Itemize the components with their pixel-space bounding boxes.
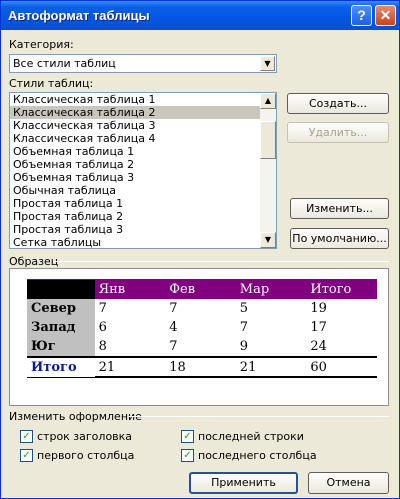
sample-cell: 7 (169, 301, 178, 316)
checkmark-icon: ✓ (20, 430, 33, 443)
modify-button[interactable]: Изменить... (290, 198, 389, 219)
last-column-label: последнего столбца (198, 449, 317, 462)
scroll-up-icon[interactable]: ▲ (260, 93, 276, 109)
delete-button[interactable]: Удалить... (287, 122, 389, 143)
sample-cell: 60 (310, 359, 327, 375)
list-item[interactable]: Объемная таблица 1 (10, 145, 260, 158)
scroll-thumb[interactable] (260, 121, 276, 159)
sample-divider (53, 261, 389, 262)
sample-cell: 7 (98, 301, 107, 316)
close-button[interactable]: ✕ (375, 5, 396, 26)
checkmark-icon: ✓ (181, 430, 194, 443)
header-rows-checkbox[interactable]: ✓ строк заголовка (20, 430, 132, 443)
sample-row-header (27, 279, 95, 299)
sample-cell: 5 (239, 301, 249, 316)
list-item[interactable]: Классическая таблица 1 (10, 93, 260, 106)
styles-listbox[interactable]: Классическая таблица 1 Классическая табли… (9, 92, 277, 249)
sample-cell: 7 (239, 320, 249, 335)
sample-row: Итого 21 18 21 60 (27, 356, 377, 378)
sample-cell: 17 (310, 320, 327, 335)
category-dropdown[interactable]: Все стили таблиц ▼ (9, 54, 277, 73)
sample-cell: 7 (169, 339, 178, 354)
sample-cell: 21 (98, 359, 116, 375)
list-item[interactable]: Простая таблица 3 (10, 223, 260, 236)
style-items: Классическая таблица 1 Классическая табли… (10, 93, 276, 248)
list-item[interactable]: Классическая таблица 4 (10, 132, 260, 145)
category-label: Категория: (9, 38, 74, 51)
sample-cell: 6 (98, 320, 107, 335)
close-icon: ✕ (379, 7, 392, 23)
sample-cell: Итого (310, 281, 352, 297)
list-item[interactable]: Простая таблица 2 (10, 210, 260, 223)
first-column-checkbox[interactable]: ✓ первого столбца (20, 449, 134, 462)
chevron-down-icon[interactable]: ▼ (260, 56, 275, 71)
set-default-button[interactable]: По умолчанию... (290, 228, 389, 249)
sample-row-header: Итого (27, 357, 95, 377)
sample-row: Янв Фев Мар Итого (27, 279, 377, 299)
first-column-label: первого столбца (37, 449, 135, 462)
sample-cell: Фев (169, 281, 196, 297)
sample-cell: 21 (239, 359, 257, 375)
cancel-button[interactable]: Отмена (308, 472, 389, 494)
sample-cell: 9 (239, 339, 249, 354)
styles-label: Стили таблиц: (9, 77, 94, 90)
list-item[interactable]: Простая таблица 1 (10, 197, 260, 210)
create-button[interactable]: Создать... (287, 93, 389, 114)
sample-row-header: Север (27, 299, 95, 318)
category-value: Все стили таблиц (13, 57, 116, 70)
sample-row: Север 7 7 5 19 (27, 299, 377, 318)
sample-table: Янв Фев Мар Итого Север 7 7 5 19 Запад 6 4 7 17 Юг 8 7 9 2… (27, 279, 377, 378)
sample-cell: Янв (98, 281, 126, 297)
list-item[interactable]: Классическая таблица 3 (10, 119, 260, 132)
sample-label: Образец (9, 255, 59, 268)
styles-scrollbar[interactable]: ▲ ▼ (260, 93, 276, 248)
sample-row: Юг 8 7 9 24 (27, 337, 377, 356)
header-rows-label: строк заголовка (37, 430, 133, 443)
checkmark-icon: ✓ (181, 449, 194, 462)
list-item[interactable]: Классическая таблица 2 (10, 106, 260, 119)
sample-row: Запад 6 4 7 17 (27, 318, 377, 337)
sample-cell: 24 (310, 339, 327, 354)
dialog-title: Автоформат таблицы (8, 8, 150, 23)
formatting-label: Изменить оформление (9, 410, 142, 423)
sample-cell: 19 (310, 301, 327, 316)
help-button[interactable]: ? (351, 5, 372, 26)
dialog-window: Автоформат таблицы ? ✕ Категория: Все ст… (0, 0, 400, 499)
list-item[interactable]: Объемная таблица 3 (10, 171, 260, 184)
sample-row-header: Юг (27, 337, 95, 356)
list-item[interactable]: Сетка таблицы (10, 236, 260, 248)
last-row-checkbox[interactable]: ✓ последней строки (181, 430, 304, 443)
sample-preview: Янв Фев Мар Итого Север 7 7 5 19 Запад 6 4 7 17 Юг 8 7 9 2… (9, 268, 389, 406)
sample-cell: 8 (98, 339, 107, 354)
formatting-divider (129, 416, 389, 417)
apply-button[interactable]: Применить (189, 472, 298, 494)
list-item[interactable]: Объемная таблица 2 (10, 158, 260, 171)
sample-row-header: Запад (27, 318, 95, 337)
last-row-label: последней строки (198, 430, 304, 443)
scroll-down-icon[interactable]: ▼ (260, 232, 276, 248)
checkmark-icon: ✓ (20, 449, 33, 462)
title-bar[interactable]: Автоформат таблицы ? ✕ (1, 1, 399, 30)
sample-cell: Мар (239, 281, 270, 297)
sample-cell: 18 (169, 359, 186, 375)
last-column-checkbox[interactable]: ✓ последнего столбца (181, 449, 317, 462)
list-item[interactable]: Обычная таблица (10, 184, 260, 197)
sample-cell: 4 (169, 320, 178, 335)
